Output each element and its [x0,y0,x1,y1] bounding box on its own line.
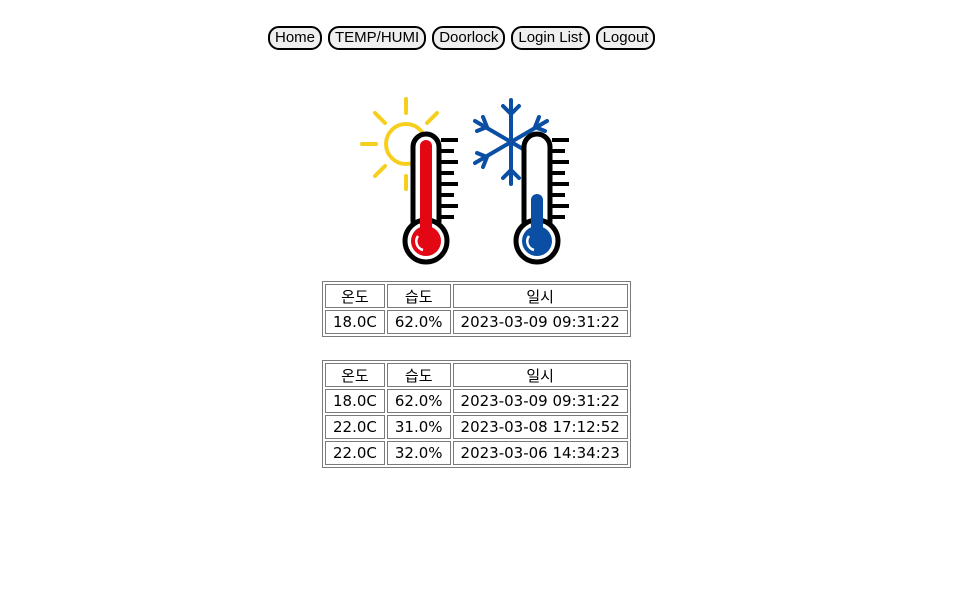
header-datetime: 일시 [452,284,628,308]
header-datetime: 일시 [452,363,628,387]
humidity-cell: 62.0% [386,389,451,413]
logout-button[interactable]: Logout [595,26,656,50]
hot-thermometer-icon [402,131,458,265]
temperature-cell: 22.0C [325,415,385,439]
page: Home TEMP/HUMI Doorlock Login List Logou… [0,0,967,594]
temperature-cell: 18.0C [325,389,385,413]
datetime-cell: 2023-03-08 17:12:52 [452,415,628,439]
table-row: 18.0C 62.0% 2023-03-09 09:31:22 [325,389,628,413]
temp-humi-button[interactable]: TEMP/HUMI [328,26,427,50]
header-humidity: 습도 [386,284,451,308]
temperature-cell: 22.0C [325,441,385,465]
cold-thermometer-icon [513,131,569,265]
datetime-cell: 2023-03-09 09:31:22 [452,310,628,334]
thermometer-image [360,97,569,265]
doorlock-button[interactable]: Doorlock [432,26,506,50]
humidity-cell: 62.0% [386,310,451,334]
nav-bar: Home TEMP/HUMI Doorlock Login List Logou… [268,26,656,50]
header-humidity: 습도 [386,363,451,387]
humidity-cell: 31.0% [386,415,451,439]
history-table: 온도 습도 일시 18.0C 62.0% 2023-03-09 09:31:22… [322,360,631,468]
current-reading-table: 온도 습도 일시 18.0C 62.0% 2023-03-09 09:31:22 [322,281,631,337]
table-row: 22.0C 32.0% 2023-03-06 14:34:23 [325,441,628,465]
table-row: 18.0C 62.0% 2023-03-09 09:31:22 [325,310,628,334]
humidity-cell: 32.0% [386,441,451,465]
home-button[interactable]: Home [268,26,323,50]
datetime-cell: 2023-03-06 14:34:23 [452,441,628,465]
header-temperature: 온도 [325,284,385,308]
table-row: 22.0C 31.0% 2023-03-08 17:12:52 [325,415,628,439]
temperature-cell: 18.0C [325,310,385,334]
datetime-cell: 2023-03-09 09:31:22 [452,389,628,413]
header-temperature: 온도 [325,363,385,387]
table-header-row: 온도 습도 일시 [325,284,628,308]
table-header-row: 온도 습도 일시 [325,363,628,387]
login-list-button[interactable]: Login List [511,26,590,50]
